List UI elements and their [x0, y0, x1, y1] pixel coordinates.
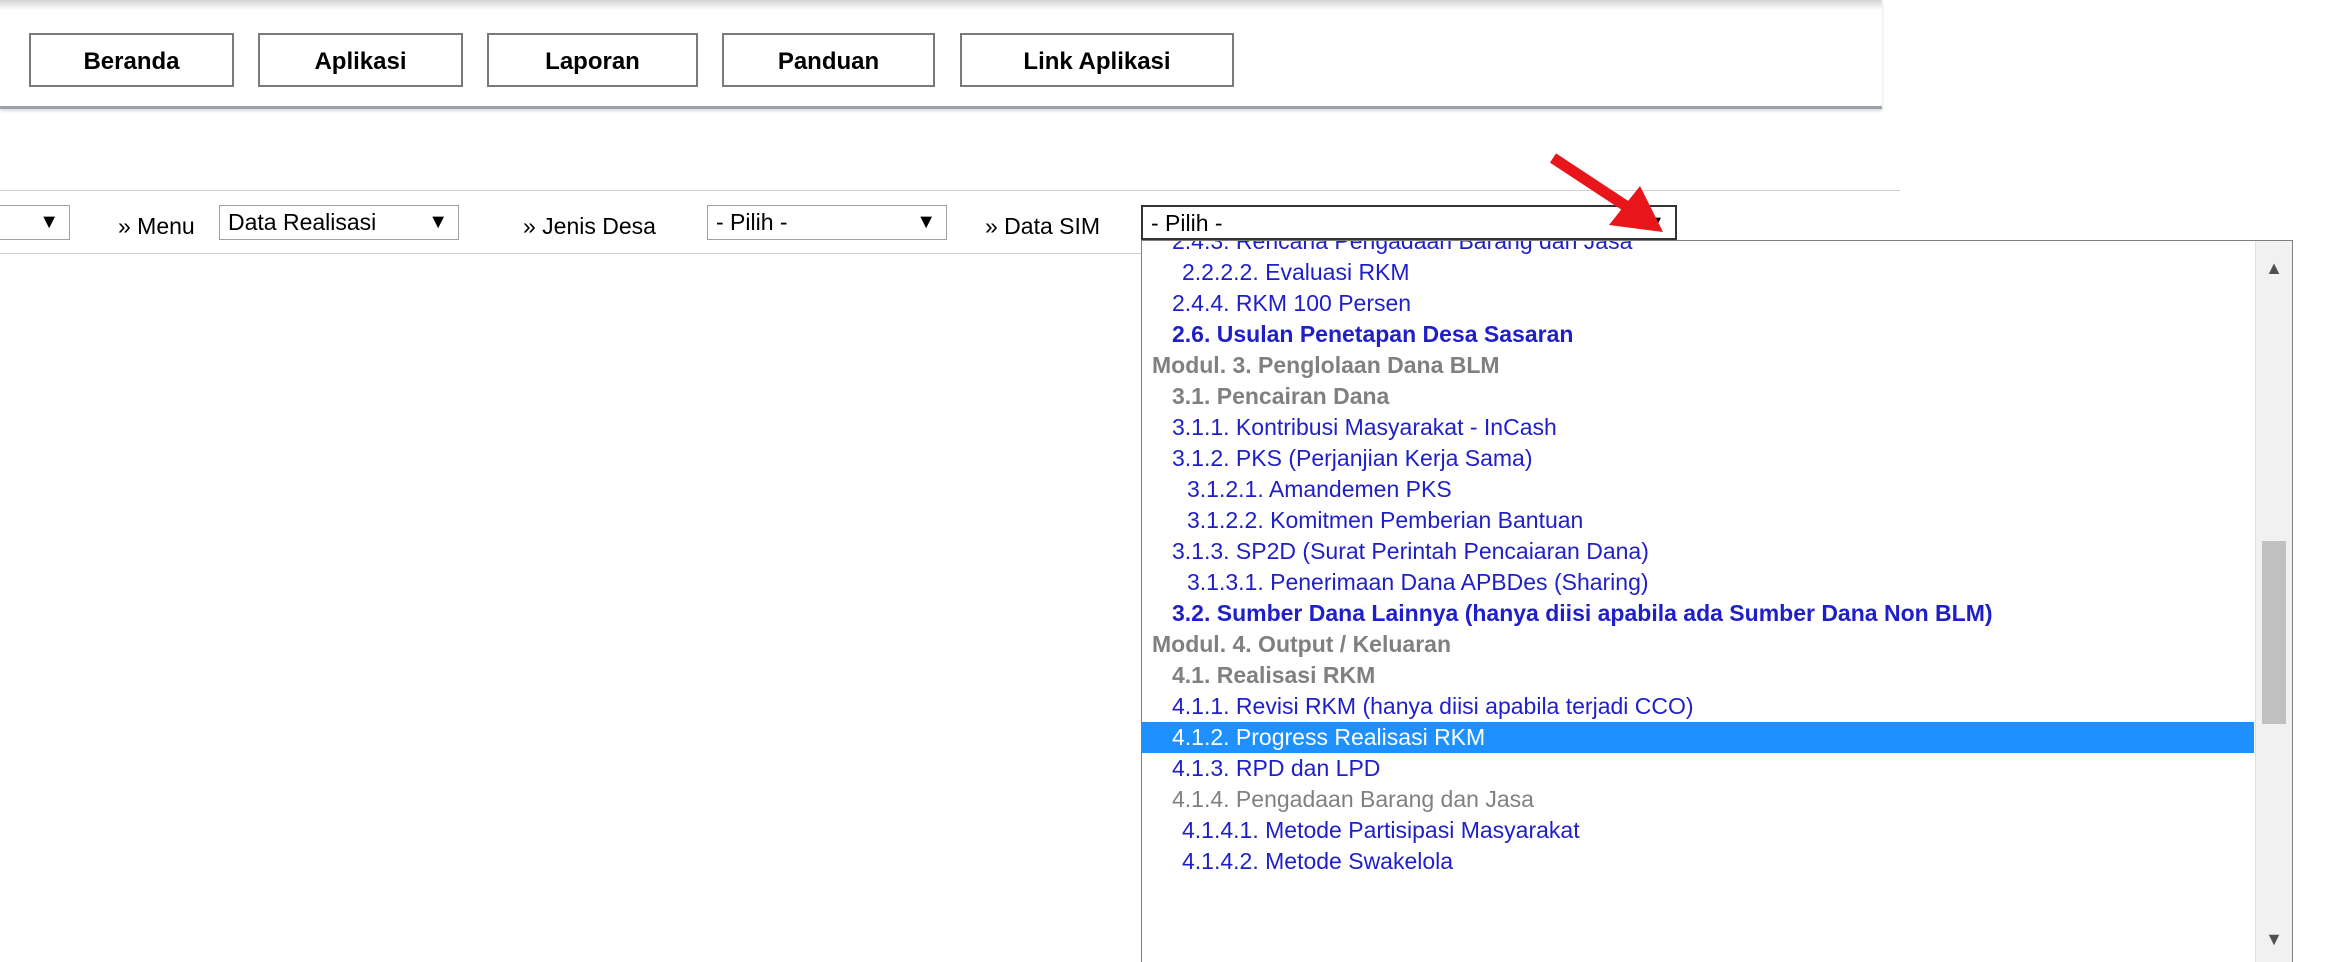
dropdown-option[interactable]: 4.1. Realisasi RKM [1142, 660, 2254, 691]
dropdown-option[interactable]: 2.4.3. Rencana Pengadaan Barang dan Jasa [1142, 241, 2254, 257]
data-sim-dropdown-list[interactable]: 2.4.3. Rencana Pengadaan Barang dan Jasa… [1141, 240, 2293, 962]
dropdown-option-selected[interactable]: 4.1.2. Progress Realisasi RKM [1142, 722, 2254, 753]
dropdown-option[interactable]: 3.1.3.1. Penerimaan Dana APBDes (Sharing… [1142, 567, 2254, 598]
jenis-desa-select[interactable]: - Pilih - ▼ [707, 205, 947, 240]
data-sim-label: » Data SIM [985, 213, 1101, 239]
nav-link-aplikasi-button[interactable]: Link Aplikasi [960, 33, 1234, 87]
top-nav-bar: Beranda Aplikasi Laporan Panduan Link Ap… [0, 0, 1882, 109]
dropdown-option[interactable]: Modul. 4. Output / Keluaran [1142, 629, 2254, 660]
menu-label: » Menu [118, 213, 195, 239]
dropdown-option[interactable]: Modul. 3. Penglolaan Dana BLM [1142, 350, 2254, 381]
dropdown-option[interactable]: 4.1.4. Pengadaan Barang dan Jasa [1142, 784, 2254, 815]
nav-beranda-button[interactable]: Beranda [29, 33, 234, 87]
dropdown-option[interactable]: 2.6. Usulan Penetapan Desa Sasaran [1142, 319, 2254, 350]
scrollbar-thumb[interactable] [2262, 541, 2286, 724]
nav-panduan-button[interactable]: Panduan [722, 33, 935, 87]
scroll-down-arrow-icon[interactable]: ▼ [2256, 924, 2292, 954]
scroll-up-arrow-icon[interactable]: ▲ [2256, 253, 2292, 283]
dropdown-option[interactable]: 3.1.1. Kontribusi Masyarakat - InCash [1142, 412, 2254, 443]
dropdown-option[interactable]: 4.1.1. Revisi RKM (hanya diisi apabila t… [1142, 691, 2254, 722]
chevron-down-icon: ▼ [916, 211, 936, 233]
dropdown-option[interactable]: 4.1.4.1. Metode Partisipasi Masyarakat [1142, 815, 2254, 846]
menu-select-value: Data Realisasi [228, 209, 377, 235]
dropdown-scrollbar[interactable]: ▲ ▼ [2255, 241, 2292, 962]
dropdown-option[interactable]: 2.2.2.2. Evaluasi RKM [1142, 257, 2254, 288]
dropdown-option[interactable]: 3.1. Pencairan Dana [1142, 381, 2254, 412]
dropdown-option[interactable]: 3.1.2.1. Amandemen PKS [1142, 474, 2254, 505]
dropdown-option[interactable]: 3.1.3. SP2D (Surat Perintah Pencaiaran D… [1142, 536, 2254, 567]
first-select[interactable]: ▼ [0, 205, 70, 240]
chevron-down-icon: ▼ [39, 211, 59, 233]
dropdown-option[interactable]: 3.2. Sumber Dana Lainnya (hanya diisi ap… [1142, 598, 2254, 629]
dropdown-option[interactable]: 4.1.4.2. Metode Swakelola [1142, 846, 2254, 877]
nav-laporan-button[interactable]: Laporan [487, 33, 698, 87]
data-sim-select-value: - Pilih - [1151, 210, 1223, 236]
chevron-down-icon: ▼ [428, 211, 448, 233]
dropdown-option[interactable]: 3.1.2.2. Komitmen Pemberian Bantuan [1142, 505, 2254, 536]
menu-select[interactable]: Data Realisasi ▼ [219, 205, 459, 240]
jenis-desa-label: » Jenis Desa [523, 213, 656, 239]
dropdown-option[interactable]: 2.4.4. RKM 100 Persen [1142, 288, 2254, 319]
jenis-desa-select-value: - Pilih - [716, 209, 788, 235]
dropdown-option[interactable]: 4.1.3. RPD dan LPD [1142, 753, 2254, 784]
red-annotation-arrow-icon [1549, 153, 1663, 232]
dropdown-option[interactable]: 3.1.2. PKS (Perjanjian Kerja Sama) [1142, 443, 2254, 474]
nav-aplikasi-button[interactable]: Aplikasi [258, 33, 463, 87]
